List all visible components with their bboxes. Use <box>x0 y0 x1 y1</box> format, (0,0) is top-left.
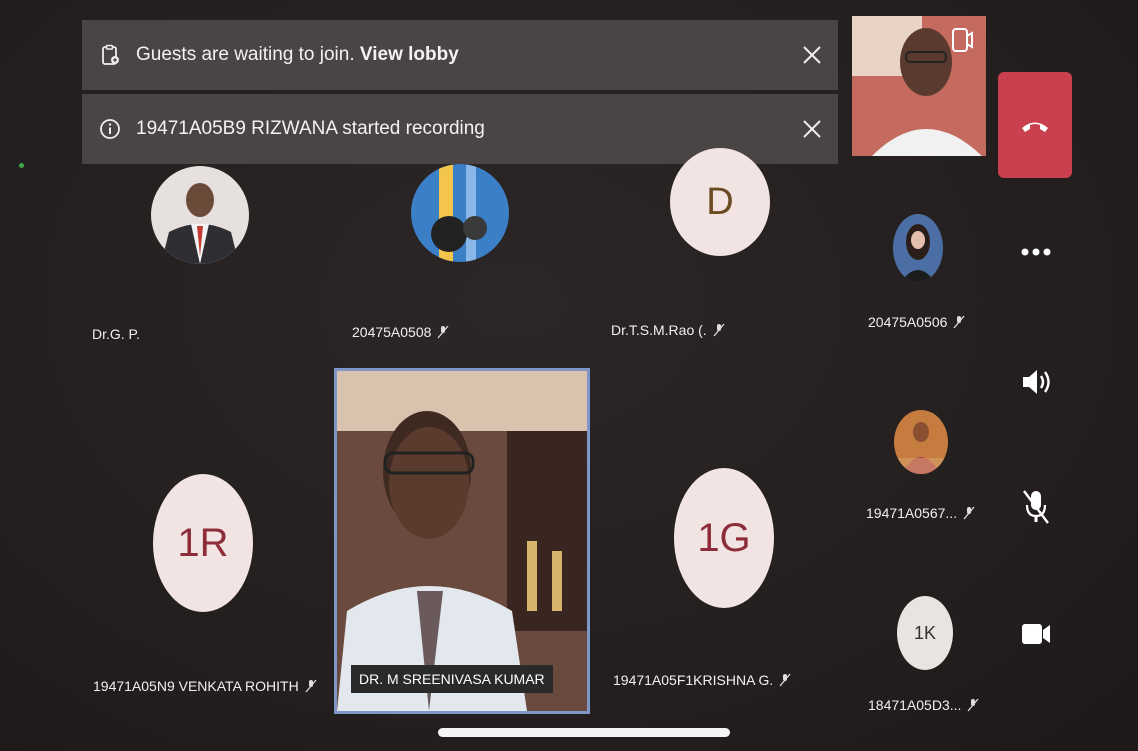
participant-avatar-p1[interactable] <box>151 166 249 264</box>
close-icon <box>803 120 821 138</box>
participant-initials-p3[interactable]: D <box>670 148 770 256</box>
participant-name-p4: 20475A0506 <box>868 314 965 330</box>
view-lobby-link[interactable]: View lobby <box>360 44 459 65</box>
active-speaker-video[interactable]: DR. M SREENIVASA KUMAR <box>334 368 590 714</box>
participant-name-p2: 20475A0508 <box>352 324 449 340</box>
camera-toggle-button[interactable] <box>1014 614 1058 654</box>
muted-mic-icon <box>713 323 725 337</box>
hang-up-icon <box>1022 122 1048 132</box>
speaker-icon <box>1023 370 1050 394</box>
microphone-toggle-button[interactable] <box>1014 487 1058 527</box>
speaker-button[interactable] <box>1014 362 1058 402</box>
lobby-notification: Guests are waiting to join. View lobby <box>82 20 838 90</box>
home-indicator[interactable] <box>438 728 730 737</box>
muted-mic-icon <box>963 506 975 520</box>
close-lobby-notification-button[interactable] <box>792 35 832 75</box>
more-options-button[interactable] <box>1014 232 1058 272</box>
close-icon <box>803 46 821 64</box>
muted-mic-icon <box>305 679 317 693</box>
participant-name-p7: 19471A05F1KRISHNA G. <box>613 672 791 688</box>
status-dot <box>19 163 24 168</box>
participant-name-p3: Dr.T.S.M.Rao (. <box>611 322 725 338</box>
lobby-notification-text: Guests are waiting to join. <box>136 44 360 65</box>
participant-name-p9: 18471A05D3... <box>868 697 979 713</box>
video-camera-icon <box>1022 624 1050 644</box>
participant-avatar-p2[interactable] <box>411 164 509 262</box>
participant-name-p8: 19471A0567... <box>866 505 975 521</box>
muted-mic-icon <box>779 673 791 687</box>
speaker-video-frame <box>337 371 587 711</box>
participant-avatar-p8[interactable] <box>894 410 948 474</box>
muted-mic-icon <box>437 325 449 339</box>
participant-initials-p9[interactable]: 1K <box>897 596 953 670</box>
info-icon <box>96 115 124 143</box>
muted-microphone-icon <box>1023 490 1049 524</box>
meeting-screen: Guests are waiting to join. View lobby 1… <box>0 0 1138 751</box>
active-speaker-nameplate: DR. M SREENIVASA KUMAR <box>351 665 553 693</box>
more-dots-icon <box>1021 248 1051 256</box>
switch-camera-icon[interactable] <box>950 26 974 61</box>
participant-name-p5: 19471A05N9 VENKATA ROHITH <box>93 678 317 694</box>
muted-mic-icon <box>953 315 965 329</box>
recording-notification-text: 19471A05B9 RIZWANA started recording <box>136 118 485 139</box>
participant-avatar-p4[interactable] <box>893 214 943 282</box>
participant-name-p1: Dr.G. P. <box>92 326 140 342</box>
muted-mic-icon <box>967 698 979 712</box>
end-call-button[interactable] <box>998 72 1072 178</box>
participant-initials-p7[interactable]: 1G <box>674 468 774 608</box>
self-view-video[interactable] <box>852 16 986 156</box>
lobby-clipboard-icon <box>96 41 124 69</box>
close-recording-notification-button[interactable] <box>792 109 832 149</box>
participant-initials-p5[interactable]: 1R <box>153 474 253 612</box>
